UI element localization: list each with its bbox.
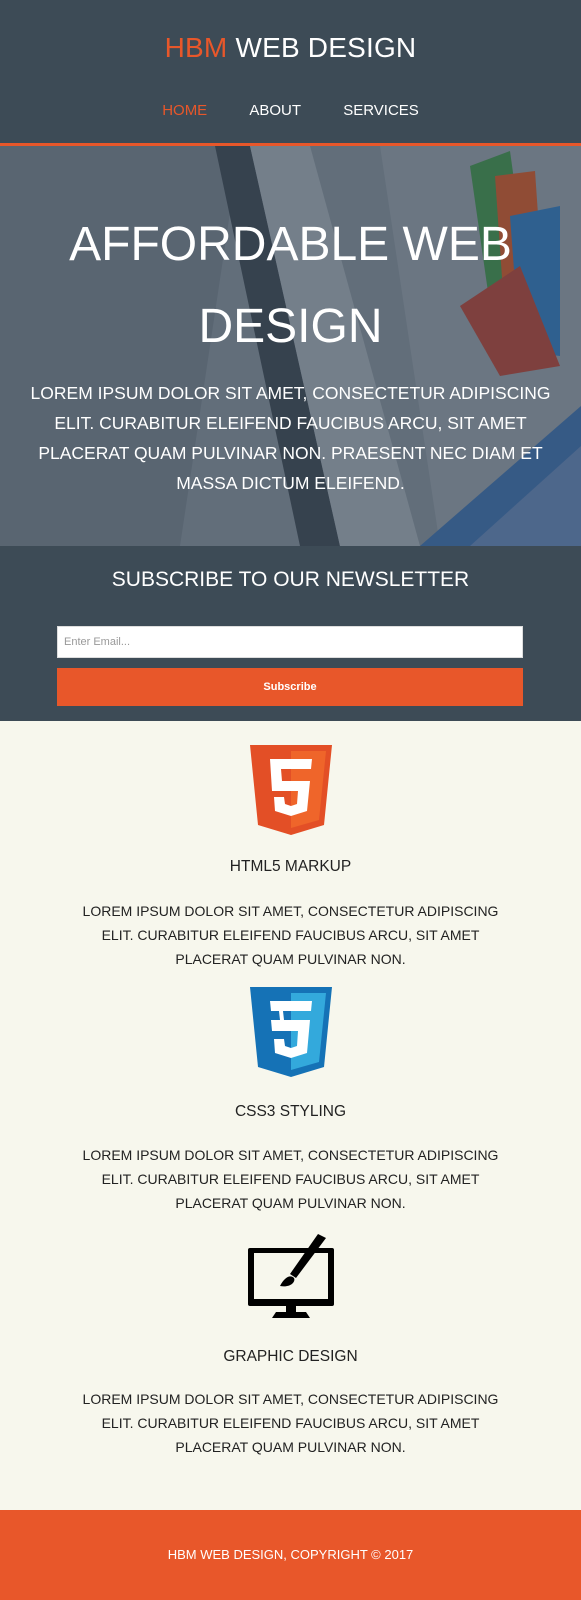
html5-icon [250,745,332,835]
feature-description: LOREM IPSUM DOLOR SIT AMET, CONSECTETUR … [82,1391,499,1455]
feature-description: LOREM IPSUM DOLOR SIT AMET, CONSECTETUR … [82,1147,499,1211]
graphic-design-icon [248,1234,334,1318]
hero-section: AFFORDABLE WEB DESIGN LOREM IPSUM DOLOR … [0,146,581,546]
site-footer: HBM WEB DESIGN, COPYRIGHT © 2017 [0,1510,581,1600]
copyright-text: HBM WEB DESIGN, COPYRIGHT © 2017 [167,1547,414,1562]
email-input[interactable] [57,626,523,658]
hero-description: LOREM IPSUM DOLOR SIT AMET, CONSECTETUR … [30,383,551,493]
brand-highlight: HBM [164,32,228,63]
feature-description: LOREM IPSUM DOLOR SIT AMET, CONSECTETUR … [82,903,499,967]
site-header: HBM WEB DESIGN HOME ABOUT SERVICES [0,0,581,146]
main-nav: HOME ABOUT SERVICES [0,102,581,119]
css3-icon [250,987,332,1077]
feature-title: CSS3 STYLING [234,1103,347,1120]
brand-logo[interactable]: HBM WEB DESIGN [0,32,581,64]
brand-name: WEB DESIGN [235,32,417,63]
nav-services-link[interactable]: SERVICES [343,102,419,119]
feature-title: HTML5 MARKUP [229,858,352,875]
nav-home-link[interactable]: HOME [162,102,207,119]
feature-title: GRAPHIC DESIGN [223,1348,358,1365]
newsletter-section: SUBSCRIBE TO OUR NEWSLETTER Subscribe [0,546,581,721]
subscribe-button[interactable]: Subscribe [57,668,523,706]
hero-title: AFFORDABLE WEB DESIGN [69,218,512,353]
newsletter-heading: SUBSCRIBE TO OUR NEWSLETTER [111,568,470,591]
nav-about-link[interactable]: ABOUT [249,102,301,119]
